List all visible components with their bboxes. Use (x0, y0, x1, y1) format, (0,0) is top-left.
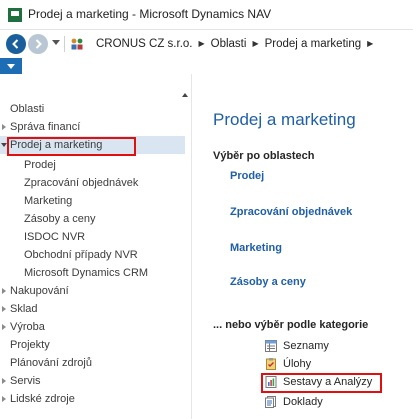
back-button[interactable] (6, 34, 26, 54)
navbar-divider (64, 36, 65, 52)
sidebar-item-label: Obchodní případy NVR (24, 249, 138, 261)
sidebar-item-lidske-zdroje[interactable]: Lidské zdroje (0, 390, 185, 408)
list-icon (265, 340, 277, 352)
sidebar-item-label: Zásoby a ceny (24, 213, 96, 225)
sidebar-item-zasoby-a-ceny[interactable]: Zásoby a ceny (0, 210, 185, 228)
sidebar-item-label: Oblasti (10, 103, 45, 115)
sidebar-item-projekty[interactable]: Projekty (0, 336, 185, 354)
sidebar-item-obchodni-pripady-nvr[interactable]: Obchodní případy NVR (0, 246, 185, 264)
category-label: Úlohy (283, 358, 312, 370)
categories-heading: ... nebo výběr podle kategorie (213, 319, 369, 331)
ribbon-expand-button[interactable] (0, 58, 22, 74)
area-link-zpracovani-objednavek[interactable]: Zpracování objednávek (230, 206, 352, 218)
dynamics-nav-app-icon (8, 8, 22, 22)
documents-icon (265, 396, 276, 408)
sidebar-item-planovani-zdroju[interactable]: Plánování zdrojů (0, 354, 185, 372)
sidebar-item-vyroba[interactable]: Výroba (0, 318, 185, 336)
expand-arrow-icon[interactable] (2, 124, 6, 130)
sidebar-item-sklad[interactable]: Sklad (0, 300, 185, 318)
breadcrumb-separator-icon: ▶ (252, 39, 259, 48)
content-pane: Prodej a marketing Výběr po oblastech Pr… (193, 74, 413, 419)
navigation-bar: CRONUS CZ s.r.o. ▶ Oblasti ▶ Prodej a market… (0, 30, 413, 58)
breadcrumb: CRONUS CZ s.r.o. ▶ Oblasti ▶ Prodej a market… (96, 38, 379, 50)
breadcrumb-company[interactable]: CRONUS CZ s.r.o. (96, 38, 192, 50)
sidebar-item-zpracovani-objednavek[interactable]: Zpracování objednávek (0, 174, 185, 192)
sidebar-item-label: Nakupování (10, 285, 69, 297)
areas-heading: Výběr po oblastech (213, 150, 315, 162)
area-link-zasoby-a-ceny[interactable]: Zásoby a ceny (230, 276, 306, 288)
area-link-prodej[interactable]: Prodej (230, 170, 264, 182)
window-titlebar: Prodej a marketing - Microsoft Dynamics … (0, 0, 413, 30)
expand-arrow-icon[interactable] (2, 306, 6, 312)
arrow-left-icon (12, 39, 19, 49)
expand-arrow-icon[interactable] (2, 378, 6, 384)
breadcrumb-areas[interactable]: Oblasti (211, 38, 247, 50)
sidebar-item-marketing[interactable]: Marketing (0, 192, 185, 210)
window-title: Prodej a marketing - Microsoft Dynamics … (28, 7, 272, 21)
area-link-marketing[interactable]: Marketing (230, 242, 282, 254)
page-title: Prodej a marketing (213, 110, 356, 129)
category-ulohy[interactable]: Úlohy (265, 357, 375, 373)
expand-arrow-icon[interactable] (2, 396, 6, 402)
arrow-right-icon (35, 39, 42, 49)
sidebar-item-label: Prodej (24, 159, 56, 171)
sidebar-item-label: Sklad (10, 303, 38, 315)
history-dropdown-icon[interactable] (52, 40, 60, 45)
sidebar-item-label: Marketing (24, 195, 73, 207)
breadcrumb-separator-icon: ▶ (198, 39, 205, 48)
ribbon-bar (0, 58, 413, 74)
sidebar-item-nakupovani[interactable]: Nakupování (0, 282, 185, 300)
sidebar-item-label: Výroba (10, 321, 45, 333)
sidebar-item-label: Zpracování objednávek (24, 177, 139, 189)
sidebar-item-label: Projekty (10, 339, 50, 351)
sidebar-item-sprava-financi[interactable]: Správa financí (0, 118, 185, 136)
highlight-box (261, 373, 382, 393)
category-doklady[interactable]: Doklady (265, 395, 375, 411)
sidebar-item-microsoft-dynamics-crm[interactable]: Microsoft Dynamics CRM (0, 264, 185, 282)
sidebar-item-label: Servis (10, 375, 41, 387)
category-label: Seznamy (283, 340, 329, 352)
category-label: Doklady (283, 396, 323, 408)
sidebar-item-label: Plánování zdrojů (10, 357, 92, 369)
sidebar-item-label: ISDOC NVR (24, 231, 86, 243)
breadcrumb-sales-marketing[interactable]: Prodej a marketing (265, 38, 362, 50)
company-icon[interactable] (70, 37, 84, 51)
expand-arrow-icon[interactable] (2, 288, 6, 294)
sidebar-item-label: Správa financí (10, 121, 81, 133)
forward-button[interactable] (28, 34, 48, 54)
tasks-icon (266, 358, 276, 370)
sidebar-item-label: Lidské zdroje (10, 393, 75, 405)
category-seznamy[interactable]: Seznamy (265, 339, 375, 355)
sidebar-item-prodej[interactable]: Prodej (0, 156, 185, 174)
sidebar-item-servis[interactable]: Servis (0, 372, 185, 390)
highlight-box (7, 137, 136, 156)
breadcrumb-separator-icon[interactable]: ▶ (367, 39, 373, 48)
sidebar-item-oblasti[interactable]: Oblasti (0, 100, 185, 118)
sidebar-item-label: Microsoft Dynamics CRM (24, 267, 149, 279)
scroll-up-arrow-icon[interactable] (182, 93, 188, 97)
navigation-pane: Oblasti Správa financí Prodej a marketin… (0, 74, 192, 419)
sidebar-item-isdoc-nvr[interactable]: ISDOC NVR (0, 228, 185, 246)
expand-arrow-icon[interactable] (2, 324, 6, 330)
